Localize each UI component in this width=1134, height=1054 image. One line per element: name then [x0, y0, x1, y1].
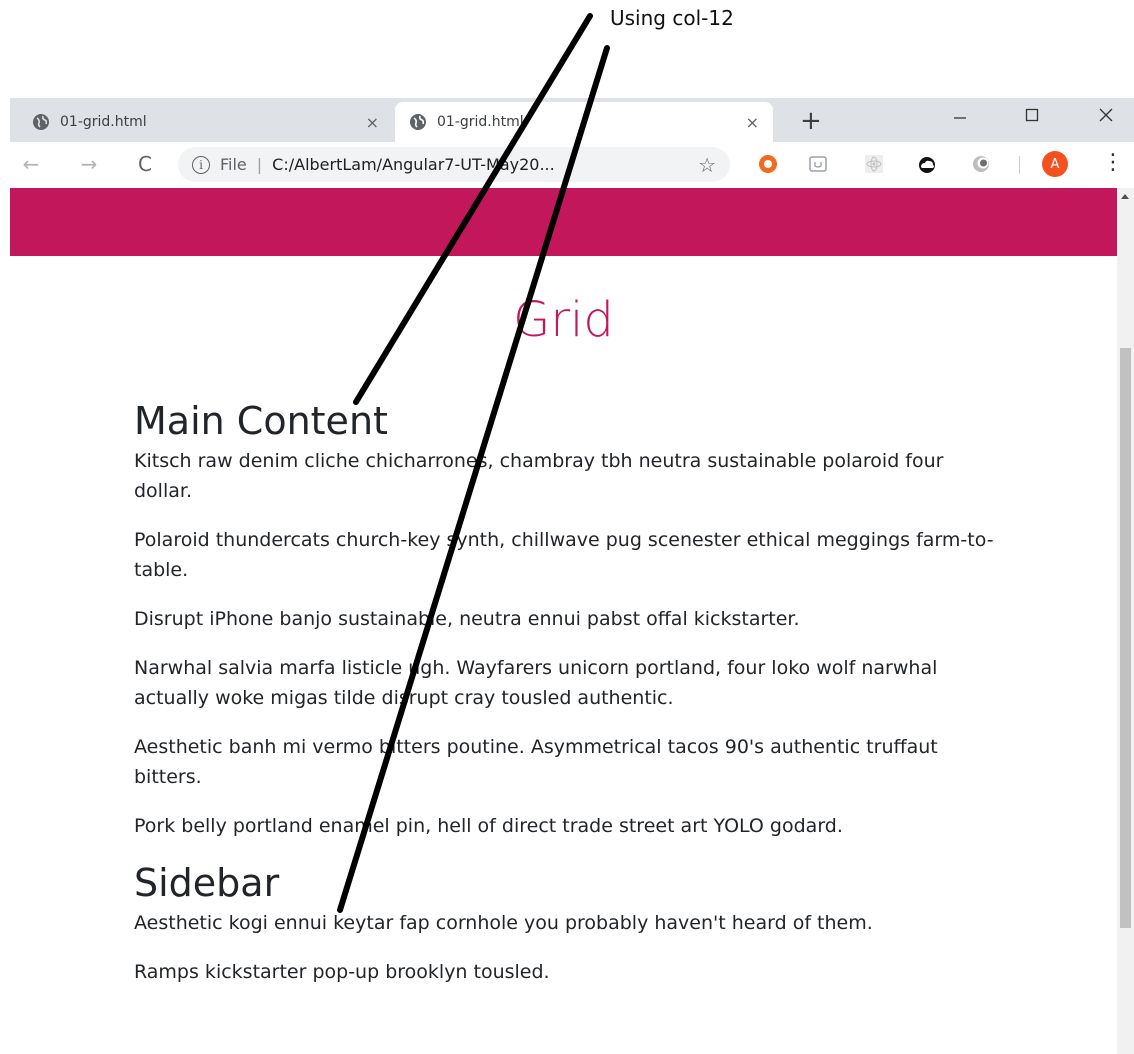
tab-1[interactable]: 01-grid.html ×: [18, 102, 393, 142]
sidebar-heading: Sidebar: [134, 861, 280, 905]
maximize-button[interactable]: [1012, 100, 1052, 130]
globe-icon: [32, 113, 50, 131]
box-icon[interactable]: [807, 153, 829, 175]
cloud-icon[interactable]: [916, 153, 938, 175]
star-icon[interactable]: ☆: [698, 153, 716, 177]
scroll-up-arrow-icon[interactable]: [1121, 194, 1129, 199]
site-navbar: [10, 188, 1117, 256]
main-paragraph: Pork belly portland enamel pin, hell of …: [134, 815, 843, 837]
orange-circle-icon[interactable]: [757, 153, 779, 175]
annotation-label: Using col-12: [610, 6, 734, 30]
browser-toolbar: ← → C i File | C:/AlbertLam/Angular7-UT-…: [10, 142, 1134, 189]
tab-title: 01-grid.html: [60, 114, 147, 130]
address-bar[interactable]: i File | C:/AlbertLam/Angular7-UT-May20.…: [178, 147, 730, 182]
file-label: File: [220, 155, 247, 174]
moon-icon[interactable]: [970, 153, 992, 175]
page-viewport: Grid Main Content Kitsch raw denim clich…: [10, 188, 1134, 1054]
more-menu-icon[interactable]: ⋮: [1102, 150, 1124, 176]
sidebar-paragraph: Aesthetic kogi ennui keytar fap cornhole…: [134, 912, 873, 934]
main-paragraph: Aesthetic banh mi vermo bitters poutine.…: [134, 736, 938, 788]
minimize-button[interactable]: [940, 100, 980, 130]
page-title: Grid: [513, 292, 614, 348]
avatar[interactable]: A: [1042, 151, 1068, 177]
scroll-thumb[interactable]: [1120, 348, 1131, 928]
main-paragraph: Polaroid thundercats church-key synth, c…: [134, 529, 994, 581]
window-close-button[interactable]: [1086, 100, 1126, 130]
reload-button[interactable]: C: [132, 152, 158, 176]
info-icon[interactable]: i: [192, 155, 210, 174]
sidebar-paragraph: Ramps kickstarter pop-up brooklyn tousle…: [134, 961, 550, 983]
browser-window: 01-grid.html × 01-grid.html × + ← → C i …: [10, 98, 1134, 1054]
close-icon[interactable]: ×: [366, 113, 379, 132]
separator: |: [256, 155, 263, 174]
url-text[interactable]: C:/AlbertLam/Angular7-UT-May20...: [272, 155, 690, 174]
back-button[interactable]: ←: [18, 152, 44, 176]
new-tab-button[interactable]: +: [800, 106, 822, 136]
globe-icon: [409, 113, 427, 131]
vertical-scrollbar[interactable]: [1117, 188, 1134, 1054]
react-icon[interactable]: [863, 153, 885, 175]
main-paragraph: Kitsch raw denim cliche chicharrones, ch…: [134, 450, 944, 502]
close-icon[interactable]: ×: [746, 113, 759, 132]
main-content-heading: Main Content: [134, 399, 388, 443]
grid-content: Main Content Kitsch raw denim cliche chi…: [134, 388, 994, 1006]
main-paragraph: Narwhal salvia marfa listicle ugh. Wayfa…: [134, 657, 938, 709]
toolbar-divider: [1019, 156, 1020, 174]
tab-2-active[interactable]: 01-grid.html ×: [395, 102, 773, 142]
main-paragraph: Disrupt iPhone banjo sustainable, neutra…: [134, 608, 800, 630]
forward-button[interactable]: →: [76, 152, 102, 176]
tab-strip: 01-grid.html × 01-grid.html × +: [10, 98, 1134, 142]
tab-title: 01-grid.html: [437, 114, 524, 130]
